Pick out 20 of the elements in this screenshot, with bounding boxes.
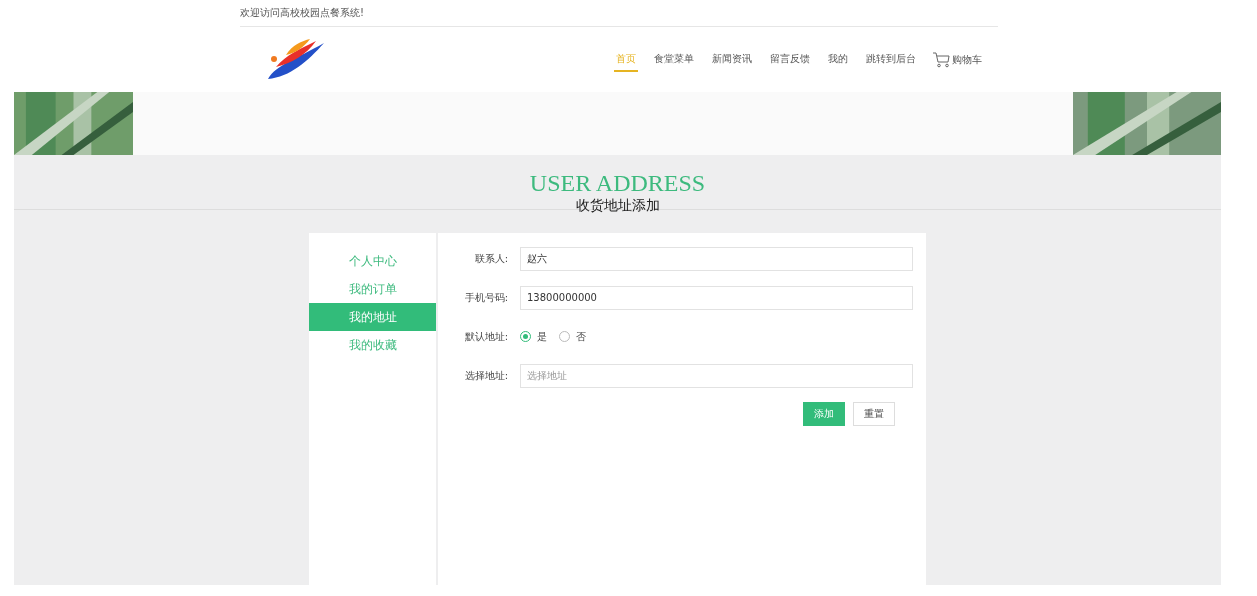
input-field[interactable]: 13800000000 <box>520 285 913 310</box>
input-field[interactable]: 选择地址 <box>520 363 913 388</box>
nav-link[interactable]: 新闻资讯 <box>710 47 754 72</box>
input-field[interactable]: 赵六 <box>520 246 913 271</box>
field-label: 选择地址: <box>463 368 508 383</box>
field-label: 联系人: <box>473 251 508 266</box>
nav-link[interactable]: 跳转到后台 <box>864 47 918 72</box>
nav-link[interactable]: 食堂菜单 <box>652 47 696 72</box>
nav-link[interactable]: 我的 <box>826 47 850 72</box>
nav-link[interactable]: 留言反馈 <box>768 47 812 72</box>
radio-option[interactable]: 否 <box>559 329 586 344</box>
field-label: 默认地址: <box>463 329 508 344</box>
field-label: 手机号码: <box>463 290 508 305</box>
reset-button[interactable]: 重置 <box>853 402 895 426</box>
cart-icon <box>932 51 950 68</box>
cart-link[interactable]: 购物车 <box>932 51 982 68</box>
radio-option[interactable]: 是 <box>520 329 547 344</box>
section-title: USER ADDRESS <box>529 169 706 197</box>
welcome-text: 欢迎访问高校校园点餐系统! <box>240 6 364 20</box>
section-subtitle: 收货地址添加 <box>575 197 660 213</box>
